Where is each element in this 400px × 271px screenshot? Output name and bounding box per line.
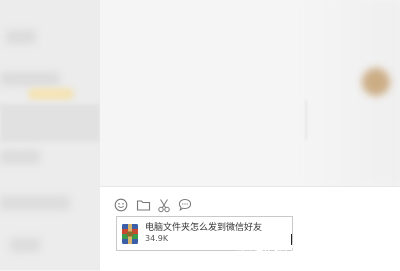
chat-shade (300, 0, 400, 186)
winrar-archive-icon (120, 223, 140, 245)
chat-list-sidebar (0, 0, 100, 270)
emoji-icon[interactable] (114, 198, 130, 214)
scissors-icon[interactable] (157, 198, 173, 214)
blurred-list-item[interactable] (10, 238, 40, 252)
avatar[interactable] (362, 68, 390, 96)
chat-message-area (100, 0, 400, 186)
blurred-badge (28, 88, 74, 100)
blurred-selected-chat[interactable] (0, 104, 100, 142)
file-name: 电脑文件夹怎么发到微信好友 (145, 223, 263, 233)
watermark: 爱创根知识网 (236, 243, 344, 263)
blurred-list-item[interactable] (0, 196, 70, 210)
file-size: 34.9K (145, 234, 169, 243)
folder-icon[interactable] (136, 198, 152, 214)
blurred-message (305, 100, 307, 140)
chat-bubble-icon[interactable] (178, 198, 194, 214)
blurred-list-item[interactable] (0, 72, 60, 86)
blurred-list-item[interactable] (0, 150, 40, 164)
blurred-list-item[interactable] (6, 30, 36, 44)
